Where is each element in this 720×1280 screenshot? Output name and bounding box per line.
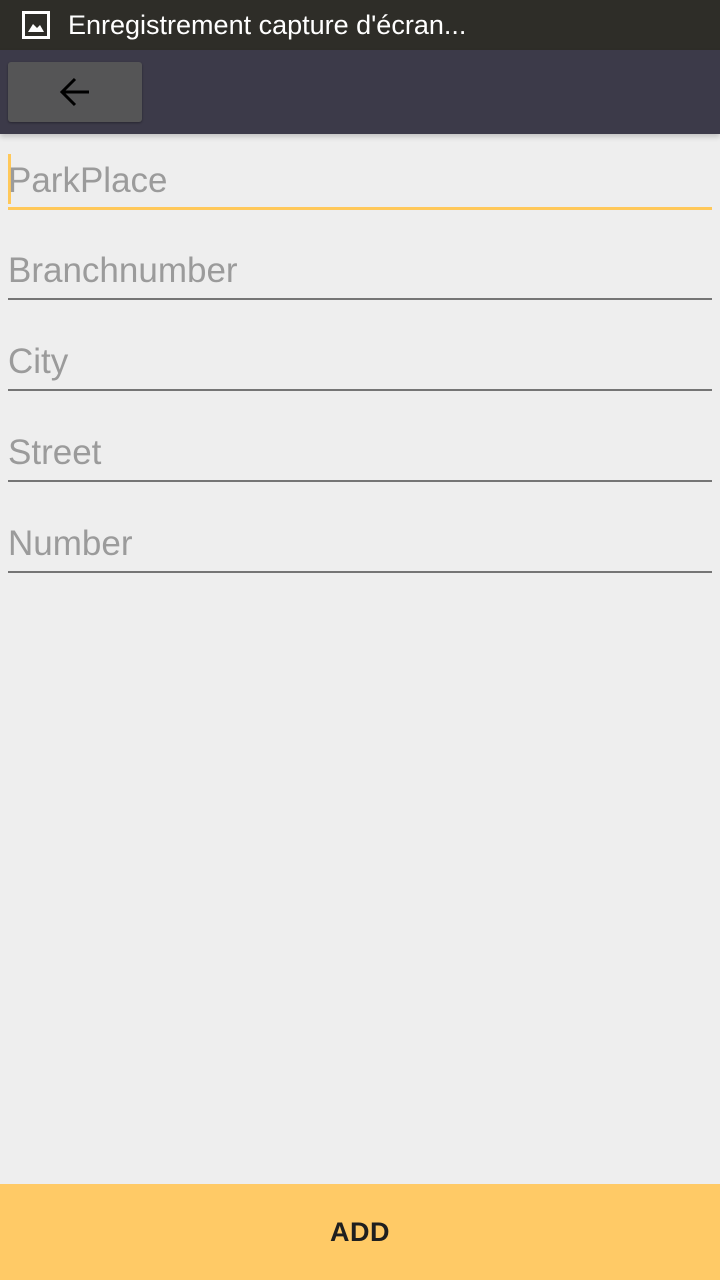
parkplace-underline bbox=[8, 207, 712, 210]
street-field-container bbox=[8, 426, 712, 482]
number-input[interactable] bbox=[8, 517, 712, 571]
add-button[interactable]: ADD bbox=[0, 1184, 720, 1280]
city-underline bbox=[8, 389, 712, 391]
image-icon bbox=[22, 11, 50, 39]
branchnumber-underline bbox=[8, 298, 712, 300]
back-button[interactable] bbox=[8, 62, 142, 122]
street-underline bbox=[8, 480, 712, 482]
street-input[interactable] bbox=[8, 426, 712, 480]
number-underline bbox=[8, 571, 712, 573]
city-input[interactable] bbox=[8, 335, 712, 389]
arrow-left-icon bbox=[59, 77, 89, 107]
city-field-container bbox=[8, 335, 712, 391]
branchnumber-input[interactable] bbox=[8, 244, 712, 298]
status-notification-text: Enregistrement capture d'écran... bbox=[68, 10, 467, 40]
branchnumber-field-container bbox=[8, 244, 712, 300]
parkplace-field-container bbox=[8, 154, 712, 210]
number-field-container bbox=[8, 517, 712, 573]
toolbar bbox=[0, 50, 720, 134]
parkplace-input[interactable] bbox=[8, 154, 712, 208]
status-bar: Enregistrement capture d'écran... bbox=[0, 0, 720, 50]
